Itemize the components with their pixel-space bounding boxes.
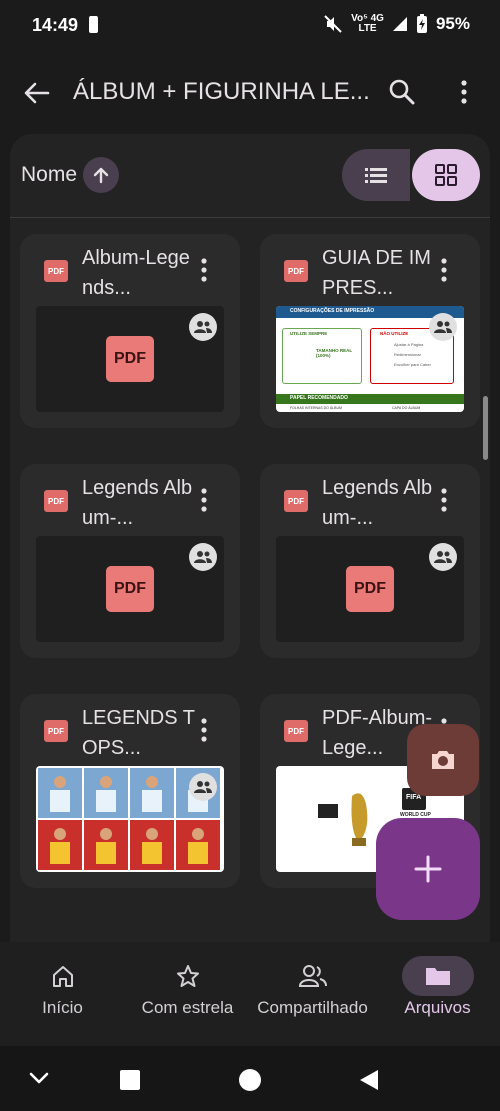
shared-badge (429, 543, 457, 571)
shared-badge (189, 313, 217, 341)
scan-camera-button[interactable] (407, 724, 479, 796)
guide-utilize: UTILIZE SEMPRE (290, 331, 328, 336)
pdf-file-icon: PDF (44, 720, 68, 742)
shared-badge (429, 313, 457, 341)
recents-button[interactable] (120, 1070, 140, 1090)
bottom-navigation: Início Com estrela Compartilhado Arquivo… (0, 942, 500, 1046)
file-card[interactable]: PDF GUIA DE IMPRES... CONFIGURAÇÕES DE I… (260, 234, 480, 428)
home-button[interactable] (239, 1069, 261, 1091)
list-icon (365, 168, 387, 183)
grid-icon (435, 164, 457, 186)
guide-opt1: Ajustar à Página (394, 342, 424, 347)
guide-nao-utilize: NÃO UTILIZE (380, 331, 409, 336)
nav-label: Com estrela (141, 998, 234, 1017)
sort-bar: Nome (10, 134, 490, 218)
guide-section1: CONFIGURAÇÕES DE IMPRESSÃO (290, 308, 375, 314)
status-bar: 14:49 Vo⁵ 4G LTE 95% (0, 0, 500, 52)
search-icon[interactable] (386, 76, 418, 108)
file-thumbnail: PDF (36, 306, 224, 412)
battery-charging-icon (416, 14, 427, 33)
file-name: GUIA DE IMPRES... (322, 247, 431, 299)
pdf-file-icon: PDF (284, 720, 308, 742)
file-name: Legends Album-... (82, 477, 193, 529)
battery-level: 95% (435, 14, 470, 33)
file-name: Album-Legends... (82, 247, 190, 299)
camera-icon (432, 751, 454, 769)
nav-files[interactable]: Arquivos (375, 942, 500, 1046)
guide-tamanho: TAMANHO REAL (100%) (316, 348, 353, 358)
folder-icon (401, 956, 474, 996)
file-card[interactable]: PDF Legends Album-... PDF (20, 464, 240, 658)
people-icon (434, 321, 452, 333)
guide-preview-thumbnail: CONFIGURAÇÕES DE IMPRESSÃO UTILIZE SEMPR… (276, 306, 464, 412)
sort-direction-button[interactable] (83, 157, 119, 193)
folder-title: ÁLBUM + FIGURINHA LE... (73, 78, 370, 105)
app-bar: ÁLBUM + FIGURINHA LE... (0, 62, 500, 122)
nav-starred[interactable]: Com estrela (125, 942, 250, 1046)
back-arrow-icon[interactable] (20, 76, 54, 110)
status-icons: Vo⁵ 4G LTE 95% (323, 14, 470, 34)
file-card[interactable]: PDF LEGENDS TOPS... (20, 694, 240, 888)
file-more-icon[interactable] (434, 484, 454, 516)
sort-label[interactable]: Nome (21, 163, 77, 187)
people-icon (434, 551, 452, 563)
grid-view-button[interactable] (412, 149, 480, 201)
people-icon (194, 321, 212, 333)
shared-badge (189, 773, 217, 801)
pdf-file-icon: PDF (284, 490, 308, 512)
plus-icon (414, 855, 442, 883)
network-bottom: LTE (358, 23, 377, 34)
file-more-icon[interactable] (434, 254, 454, 286)
arrow-up-icon (93, 167, 109, 184)
pdf-thumbnail-icon: PDF (106, 336, 154, 382)
file-more-icon[interactable] (194, 254, 214, 286)
scrollbar[interactable] (483, 396, 488, 460)
file-thumbnail: PDF (36, 536, 224, 642)
network-indicator: Vo⁵ 4G LTE (351, 14, 384, 34)
guide-col1: FOLHAS INTERNAS DO ÁLBUM (290, 406, 342, 410)
file-card[interactable]: PDF Legends Album-... PDF (260, 464, 480, 658)
pdf-thumbnail-icon: PDF (346, 566, 394, 612)
file-card[interactable]: PDF Album-Legends... PDF (20, 234, 240, 428)
people-icon (194, 551, 212, 563)
star-icon (152, 956, 224, 996)
shared-badge (189, 543, 217, 571)
list-view-button[interactable] (342, 149, 410, 201)
shared-icon (277, 956, 349, 996)
nav-home[interactable]: Início (0, 942, 125, 1046)
guide-opt2: Redimensionar (394, 352, 421, 357)
file-name: Legends Album-... (322, 477, 433, 529)
home-icon (27, 956, 99, 996)
nav-label: Início (42, 998, 83, 1017)
file-name: LEGENDS TOPS... (82, 707, 195, 759)
file-more-icon[interactable] (194, 714, 214, 746)
more-vert-icon[interactable] (452, 76, 476, 108)
guide-opt3: Encolher para Caber (394, 362, 431, 367)
guide-section2: PAPEL RECOMENDADO (290, 395, 348, 401)
pdf-thumbnail-icon: PDF (106, 566, 154, 612)
mute-icon (324, 15, 342, 33)
status-time: 14:49 (32, 15, 79, 35)
nav-label: Compartilhado (257, 998, 368, 1017)
file-more-icon[interactable] (194, 484, 214, 516)
back-triangle-icon[interactable] (358, 1068, 380, 1092)
battery-saver-icon (89, 16, 98, 33)
file-thumbnail: PDF (276, 536, 464, 642)
pdf-file-icon: PDF (284, 260, 308, 282)
signal-icon (392, 17, 407, 31)
system-navigation-bar (0, 1046, 500, 1111)
chevron-down-icon[interactable] (28, 1070, 50, 1086)
pdf-file-icon: PDF (44, 260, 68, 282)
guide-col2: CAPA DO ÁLBUM (392, 406, 421, 410)
people-icon (194, 781, 212, 793)
nav-shared[interactable]: Compartilhado (250, 942, 375, 1046)
nav-label: Arquivos (404, 998, 471, 1017)
pdf-file-icon: PDF (44, 490, 68, 512)
new-button[interactable] (376, 818, 480, 920)
cards-preview-thumbnail (36, 766, 224, 872)
